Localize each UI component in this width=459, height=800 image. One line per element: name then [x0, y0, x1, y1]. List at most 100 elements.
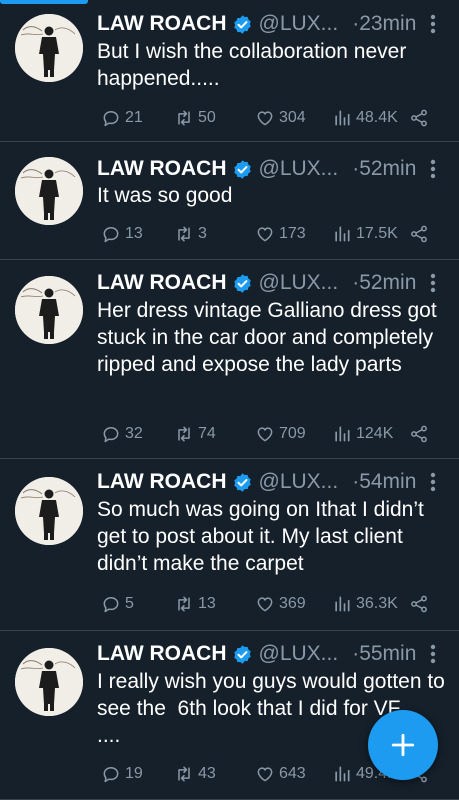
action-bar: 5 13 369 36.3K: [101, 592, 435, 616]
tweet[interactable]: LAW ROACH @LUX... · 54min So much was go…: [0, 459, 459, 631]
author-name[interactable]: LAW ROACH: [97, 271, 227, 295]
separator-dot: ·: [352, 12, 360, 35]
separator-dot: ·: [352, 271, 360, 294]
views-bar-chart-icon: [335, 766, 350, 782]
tweet[interactable]: LAW ROACH @LUX... · 23min But I wish the…: [0, 0, 459, 142]
share-icon: [411, 425, 427, 443]
tweet[interactable]: LAW ROACH @LUX... · 52min Her dress vint…: [0, 260, 459, 459]
retweet-icon: [178, 426, 190, 442]
reply-button[interactable]: 5: [101, 592, 134, 616]
retweet-button[interactable]: 13: [174, 592, 216, 616]
more-vertical-icon: [430, 273, 436, 293]
reply-count: 19: [125, 765, 143, 782]
retweet-button[interactable]: 50: [174, 106, 216, 130]
separator-dot: ·: [352, 642, 360, 665]
avatar[interactable]: [15, 157, 83, 225]
verified-badge-icon: [233, 644, 251, 664]
verified-badge-icon: [233, 472, 251, 492]
timestamp[interactable]: 55min: [359, 642, 416, 666]
reply-icon: [103, 227, 119, 243]
timestamp[interactable]: 54min: [359, 470, 416, 494]
like-button[interactable]: 173: [255, 222, 306, 246]
share-button[interactable]: [409, 106, 429, 130]
author-handle[interactable]: @LUX...: [259, 12, 339, 36]
author-handle[interactable]: @LUX...: [259, 470, 339, 494]
views-bar-chart-icon: [335, 226, 350, 242]
more-vertical-icon: [430, 159, 436, 179]
timestamp[interactable]: 23min: [359, 12, 416, 36]
reply-button[interactable]: 13: [101, 222, 143, 246]
views-bar-chart-icon: [335, 110, 350, 126]
profile-photo-icon: [15, 276, 83, 344]
plus-icon: [391, 733, 415, 757]
views-button[interactable]: 124K: [332, 422, 393, 446]
separator-dot: ·: [352, 157, 360, 180]
views-count: 124K: [356, 425, 394, 442]
reply-icon: [103, 427, 119, 443]
like-button[interactable]: 369: [255, 592, 306, 616]
author-name[interactable]: LAW ROACH: [97, 12, 227, 36]
author-name[interactable]: LAW ROACH: [97, 157, 227, 181]
retweet-button[interactable]: 43: [174, 762, 216, 786]
more-options-button[interactable]: [423, 9, 443, 39]
more-options-button[interactable]: [423, 268, 443, 298]
like-button[interactable]: 643: [255, 762, 306, 786]
author-name[interactable]: LAW ROACH: [97, 642, 227, 666]
retweet-count: 50: [198, 109, 216, 126]
views-bar-chart-icon: [335, 426, 350, 442]
views-bar-chart-icon: [335, 596, 350, 612]
avatar[interactable]: [15, 648, 83, 716]
separator-dot: ·: [352, 470, 360, 493]
retweet-button[interactable]: 74: [174, 422, 216, 446]
reply-icon: [103, 597, 119, 613]
timestamp[interactable]: 52min: [359, 271, 416, 295]
tweet[interactable]: LAW ROACH @LUX... · 52min It was so good: [0, 142, 459, 260]
like-button[interactable]: 709: [255, 422, 306, 446]
more-options-button[interactable]: [423, 154, 443, 184]
heart-icon: [257, 111, 273, 126]
author-name[interactable]: LAW ROACH: [97, 470, 227, 494]
avatar[interactable]: [15, 477, 83, 545]
like-count: 709: [279, 425, 306, 442]
reply-button[interactable]: 19: [101, 762, 143, 786]
share-button[interactable]: [409, 592, 429, 616]
profile-photo-icon: [15, 14, 83, 82]
timestamp[interactable]: 52min: [359, 157, 416, 181]
views-button[interactable]: 17.5K: [332, 222, 398, 246]
more-vertical-icon: [430, 472, 436, 492]
timeline: LAW ROACH @LUX... · 23min But I wish the…: [0, 0, 459, 800]
reply-icon: [103, 767, 119, 783]
share-button[interactable]: [409, 222, 429, 246]
action-bar: 32 74 709 124K: [101, 422, 435, 446]
retweet-icon: [178, 596, 190, 612]
more-options-button[interactable]: [423, 639, 443, 669]
action-bar: 13 3 173 17.5K: [101, 222, 435, 246]
tweet-text: But I wish the collaboration never happe…: [97, 40, 413, 90]
reply-count: 13: [125, 225, 143, 242]
reply-count: 21: [125, 109, 143, 126]
reply-button[interactable]: 32: [101, 422, 143, 446]
retweet-count: 13: [198, 595, 216, 612]
reply-button[interactable]: 21: [101, 106, 143, 130]
author-handle[interactable]: @LUX...: [259, 642, 339, 666]
reply-count: 32: [125, 425, 143, 442]
tweet-header: LAW ROACH @LUX... · 23min: [97, 9, 439, 39]
tweet-text: It was so good: [97, 184, 233, 207]
verified-badge-icon: [233, 159, 251, 179]
views-button[interactable]: 36.3K: [332, 592, 398, 616]
avatar[interactable]: [15, 14, 83, 82]
author-handle[interactable]: @LUX...: [259, 271, 339, 295]
share-icon: [411, 225, 427, 243]
share-icon: [411, 595, 427, 613]
compose-button[interactable]: [368, 710, 438, 780]
views-button[interactable]: 48.4K: [332, 106, 398, 130]
more-options-button[interactable]: [423, 467, 443, 497]
like-button[interactable]: 304: [255, 106, 306, 130]
like-count: 643: [279, 765, 306, 782]
share-button[interactable]: [409, 422, 429, 446]
heart-icon: [257, 227, 273, 242]
retweet-count: 43: [198, 765, 216, 782]
author-handle[interactable]: @LUX...: [259, 157, 339, 181]
avatar[interactable]: [15, 276, 83, 344]
retweet-button[interactable]: 3: [174, 222, 207, 246]
